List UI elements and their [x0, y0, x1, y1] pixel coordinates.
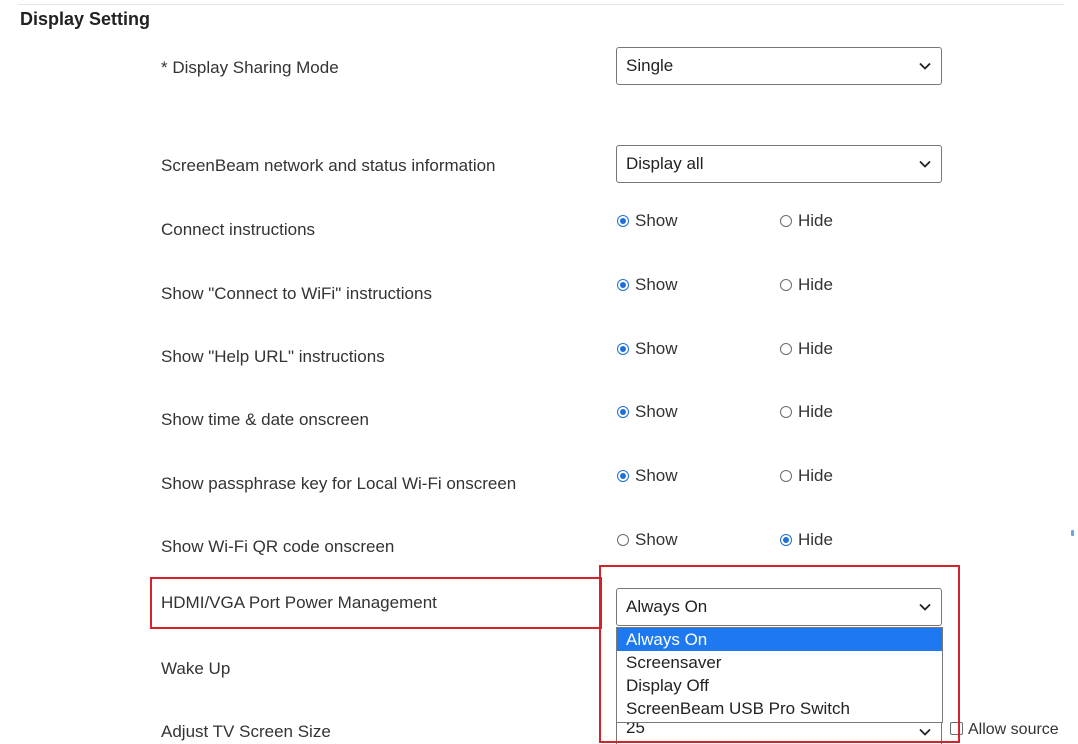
radio-unchecked[interactable] — [780, 406, 792, 418]
port-power-label: HDMI/VGA Port Power Management — [161, 593, 437, 612]
radio-checked[interactable] — [617, 406, 629, 418]
passphrase-label: Show passphrase key for Local Wi-Fi onsc… — [161, 474, 517, 493]
top-divider — [18, 4, 1064, 5]
port-power-value: Always On — [626, 597, 708, 616]
help-url-show[interactable]: Show — [617, 339, 678, 359]
radio-label: Show — [635, 339, 678, 358]
section-title: Display Setting — [20, 9, 151, 29]
port-power-options[interactable]: Always On Screensaver Display Off Screen… — [616, 627, 943, 723]
network-info-label: ScreenBeam network and status informatio… — [161, 156, 496, 175]
radio-label: Show — [635, 211, 678, 230]
radio-checked[interactable] — [617, 279, 629, 291]
radio-checked[interactable] — [617, 343, 629, 355]
radio-label: Hide — [798, 275, 833, 294]
option-always-on[interactable]: Always On — [617, 628, 942, 651]
qr-code-hide[interactable]: Hide — [780, 530, 833, 550]
passphrase-show[interactable]: Show — [617, 466, 678, 486]
time-date-hide[interactable]: Hide — [780, 402, 833, 422]
connect-instructions-show[interactable]: Show — [617, 211, 678, 231]
sharing-mode-value: Single — [626, 56, 674, 75]
wifi-instructions-hide[interactable]: Hide — [780, 275, 833, 295]
option-display-off[interactable]: Display Off — [617, 674, 942, 697]
radio-unchecked[interactable] — [780, 343, 792, 355]
allow-source-checkbox[interactable] — [950, 722, 963, 735]
wifi-instructions-label: Show "Connect to WiFi" instructions — [161, 284, 432, 303]
qr-code-label: Show Wi-Fi QR code onscreen — [161, 537, 395, 556]
option-screensaver[interactable]: Screensaver — [617, 651, 942, 674]
radio-label: Hide — [798, 211, 833, 230]
help-url-hide[interactable]: Hide — [780, 339, 833, 359]
connect-instructions-label: Connect instructions — [161, 220, 316, 239]
allow-source-label: Allow source — [968, 721, 1059, 738]
help-url-label: Show "Help URL" instructions — [161, 347, 385, 366]
radio-unchecked[interactable] — [780, 215, 792, 227]
wifi-instructions-show[interactable]: Show — [617, 275, 678, 295]
radio-unchecked[interactable] — [617, 534, 629, 546]
radio-label: Show — [635, 466, 678, 485]
chevron-down-icon — [919, 146, 931, 182]
radio-unchecked[interactable] — [780, 470, 792, 482]
network-info-value: Display all — [626, 154, 704, 173]
radio-label: Show — [635, 530, 678, 549]
chevron-down-icon — [919, 48, 931, 84]
radio-checked[interactable] — [617, 215, 629, 227]
sharing-mode-select[interactable]: Single — [616, 47, 942, 85]
radio-label: Hide — [798, 339, 833, 358]
chevron-down-icon — [919, 589, 931, 625]
tv-size-label: Adjust TV Screen Size — [161, 722, 331, 741]
radio-label: Show — [635, 275, 678, 294]
port-power-select[interactable]: Always On — [616, 588, 942, 626]
radio-label: Hide — [798, 466, 833, 485]
radio-label: Show — [635, 402, 678, 421]
sharing-mode-label: * Display Sharing Mode — [161, 58, 339, 77]
network-info-select[interactable]: Display all — [616, 145, 942, 183]
passphrase-hide[interactable]: Hide — [780, 466, 833, 486]
qr-code-show[interactable]: Show — [617, 530, 678, 550]
time-date-label: Show time & date onscreen — [161, 410, 369, 429]
radio-checked[interactable] — [780, 534, 792, 546]
radio-checked[interactable] — [617, 470, 629, 482]
radio-label: Hide — [798, 530, 833, 549]
time-date-show[interactable]: Show — [617, 402, 678, 422]
scroll-indicator — [1071, 530, 1074, 536]
wake-up-label: Wake Up — [161, 659, 231, 678]
radio-label: Hide — [798, 402, 833, 421]
radio-unchecked[interactable] — [780, 279, 792, 291]
connect-instructions-hide[interactable]: Hide — [780, 211, 833, 231]
option-usb-pro-switch[interactable]: ScreenBeam USB Pro Switch — [617, 697, 942, 720]
